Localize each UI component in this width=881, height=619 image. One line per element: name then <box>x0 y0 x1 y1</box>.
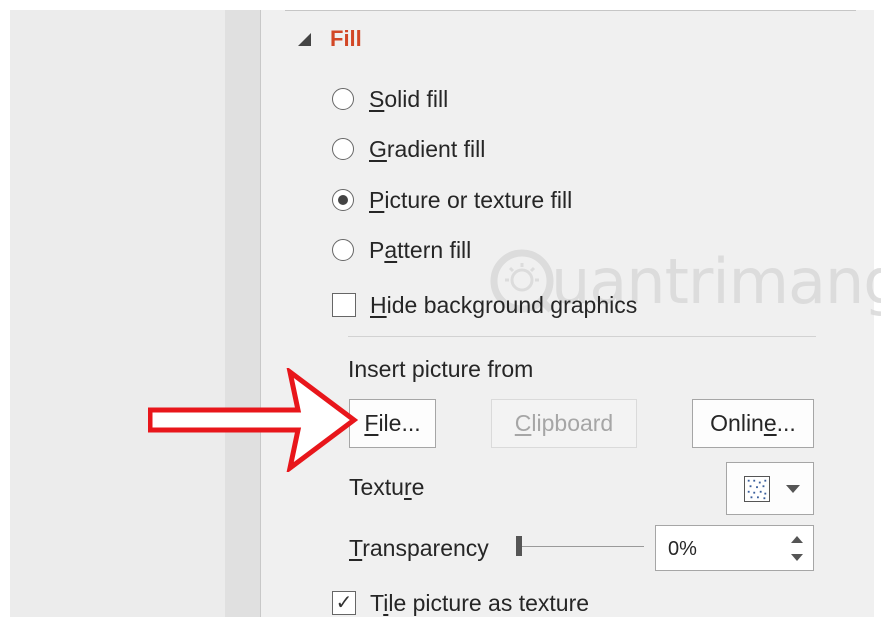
gradient-fill-radio[interactable] <box>332 138 354 160</box>
texture-label: Texture <box>349 474 425 500</box>
picture-texture-fill-radio[interactable] <box>332 189 354 211</box>
texture-pattern-icon <box>744 475 770 502</box>
solid-fill-option[interactable]: Solid fill <box>332 83 448 115</box>
pattern-fill-option[interactable]: Pattern fill <box>332 234 471 266</box>
chevron-down-icon <box>786 484 800 493</box>
fill-section-header[interactable]: Fill <box>298 24 362 54</box>
tile-picture-checkbox[interactable]: ✓ <box>332 591 356 615</box>
pane-strip <box>225 10 260 617</box>
solid-fill-radio[interactable] <box>332 88 354 110</box>
solid-fill-label: Solid fill <box>369 85 449 112</box>
checkmark-icon: ✓ <box>335 592 353 614</box>
spin-down-icon[interactable] <box>791 554 803 561</box>
section-divider <box>348 336 816 337</box>
fill-section-title: Fill <box>330 26 362 51</box>
left-pane <box>10 10 225 617</box>
pattern-fill-radio[interactable] <box>332 239 354 261</box>
pattern-fill-label: Pattern fill <box>369 236 472 263</box>
red-arrow-icon <box>148 368 358 472</box>
gradient-fill-option[interactable]: Gradient fill <box>332 133 485 165</box>
picture-texture-fill-label: Picture or texture fill <box>369 186 573 213</box>
gradient-fill-label: Gradient fill <box>369 135 486 162</box>
hide-background-option[interactable]: Hide background graphics <box>332 289 637 321</box>
clipboard-button[interactable]: Clipboard <box>491 399 637 448</box>
insert-picture-heading: Insert picture from <box>348 356 534 382</box>
hide-background-label: Hide background graphics <box>370 291 638 318</box>
texture-dropdown[interactable] <box>726 462 814 515</box>
triangle-expanded-icon[interactable] <box>298 32 311 46</box>
hide-background-checkbox[interactable] <box>332 293 356 317</box>
transparency-slider-thumb[interactable] <box>516 536 522 556</box>
transparency-value[interactable]: 0% <box>668 538 697 561</box>
tile-picture-option[interactable]: ✓ Tile picture as texture <box>332 587 589 619</box>
transparency-slider-track[interactable] <box>518 546 644 547</box>
spin-up-icon[interactable] <box>791 536 803 543</box>
transparency-label: Transparency <box>349 535 489 561</box>
file-button[interactable]: File... <box>349 399 436 448</box>
online-button[interactable]: Onlin e... <box>692 399 814 448</box>
tile-picture-label: Tile picture as texture <box>370 589 590 616</box>
top-divider <box>285 10 856 11</box>
transparency-spinbox[interactable]: 0% <box>655 525 814 571</box>
picture-texture-fill-option[interactable]: Picture or texture fill <box>332 184 572 216</box>
